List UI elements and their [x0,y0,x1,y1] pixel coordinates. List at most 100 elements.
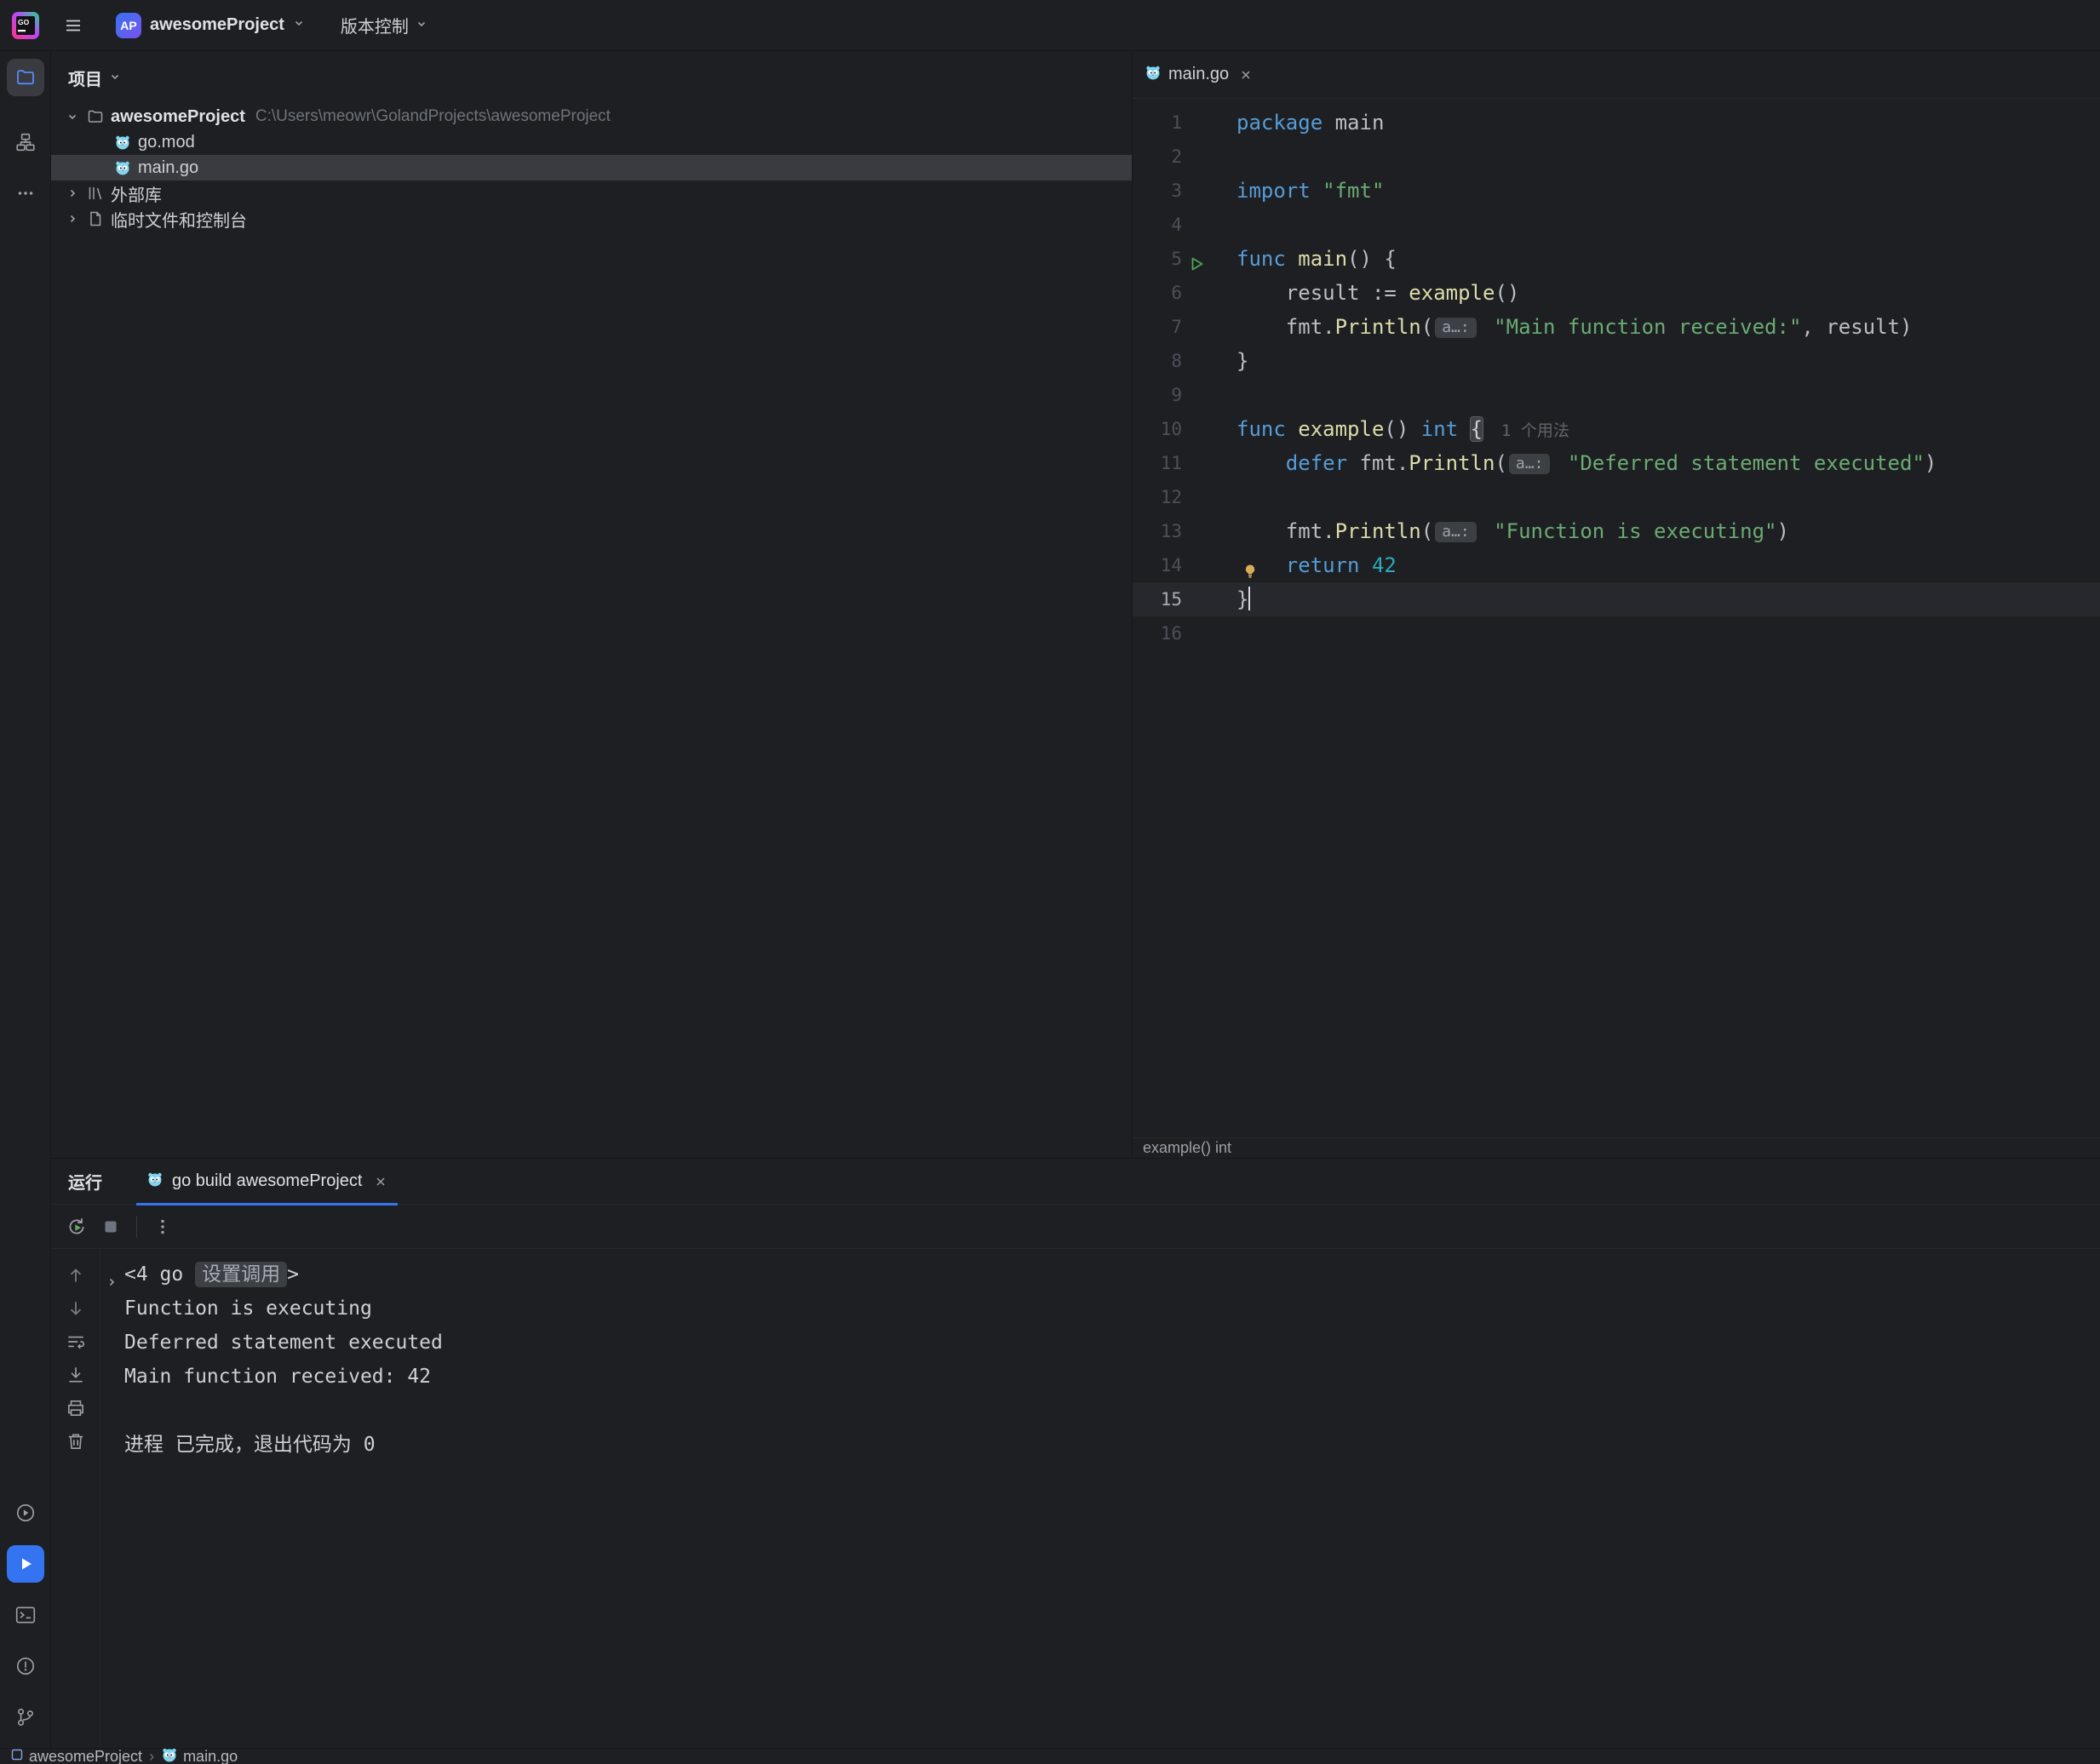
tab-main-go[interactable]: main.go [1133,51,1265,99]
code-line-6[interactable]: 6 result := example() [1133,276,2100,310]
run-tool-window-icon[interactable] [7,1545,44,1583]
line-number[interactable]: 8 [1133,344,1182,378]
line-number[interactable]: 14 [1133,548,1182,582]
code-line-text: package main [1236,106,1384,140]
tree-item-label: 临时文件和控制台 [111,207,247,232]
project-tree[interactable]: awesomeProjectC:\Users\meowr\GolandProje… [51,104,1132,232]
code-line-4[interactable]: 4 [1133,208,2100,242]
run-panel-title: 运行 [68,1169,102,1194]
go-icon [161,1748,178,1764]
line-number[interactable]: 6 [1133,276,1182,310]
line-number[interactable]: 12 [1133,480,1182,514]
goland-window: GO AP awesomeProject 版本控制 项目 awesomeProj… [0,0,2100,1764]
terminal-icon[interactable] [7,1596,44,1634]
chevron-down-icon [293,17,305,33]
more-options-icon[interactable] [146,1210,180,1244]
text-caret [1248,587,1250,610]
more-tool-windows-icon[interactable] [7,175,44,212]
fold-chevron-icon[interactable] [106,1265,118,1299]
problems-icon[interactable] [7,1647,44,1685]
line-number[interactable]: 7 [1133,310,1182,344]
tree-item-main-go[interactable]: main.go [51,155,1132,180]
chevron-down-icon[interactable] [61,111,83,123]
close-icon[interactable] [1239,68,1253,82]
services-icon[interactable] [7,1494,44,1532]
project-folder-icon[interactable] [7,59,44,96]
code-line-7[interactable]: 7 fmt.Println(a…: "Main function receive… [1133,310,2100,344]
code-line-16[interactable]: 16 [1133,616,2100,650]
line-number[interactable]: 5 [1133,242,1182,276]
code-line-2[interactable]: 2 [1133,140,2100,174]
editor-hint-text: example() int [1143,1139,1231,1157]
code-line-12[interactable]: 12 [1133,480,2100,514]
editor-hint-bar: example() int [1133,1137,2100,1158]
soft-wrap-icon[interactable] [65,1331,87,1353]
tree-item-scratches[interactable]: 临时文件和控制台 [51,206,1132,232]
code-line-text: fmt.Println(a…: "Main function received:… [1236,310,1912,344]
code-line-3[interactable]: 3 import "fmt" [1133,174,2100,208]
code-line-5[interactable]: 5 func main() { [1133,242,2100,276]
code-line-8[interactable]: 8} [1133,344,2100,378]
tree-item-root[interactable]: awesomeProjectC:\Users\meowr\GolandProje… [51,104,1132,129]
status-bar: awesomeProject›main.go [0,1748,2100,1764]
code-line-14[interactable]: 14 return 42 [1133,548,2100,582]
scroll-to-end-icon[interactable] [65,1364,87,1386]
code-line-text: import "fmt" [1236,174,1384,208]
line-number[interactable]: 4 [1133,208,1182,242]
print-icon[interactable] [65,1397,87,1419]
editor-tab-bar: main.go [1133,51,2100,99]
tree-item-external-libraries[interactable]: 外部库 [51,180,1132,206]
tab-go-build[interactable]: go build awesomeProject [136,1159,398,1205]
arrow-up-icon[interactable] [65,1264,87,1286]
line-number[interactable]: 13 [1133,514,1182,548]
code-line-1[interactable]: 1 package main [1133,106,2100,140]
project-badge: AP [116,13,141,38]
line-number[interactable]: 3 [1133,174,1182,208]
code-line-text: defer fmt.Println(a…: "Deferred statemen… [1236,446,1936,480]
breadcrumb-awesomeProject[interactable]: awesomeProject [10,1748,142,1764]
vcs-label: 版本控制 [341,13,409,37]
run-tab-label: go build awesomeProject [172,1171,362,1191]
chevron-down-icon [416,15,427,35]
chevron-right-icon[interactable] [61,187,83,199]
project-panel-header[interactable]: 项目 [51,51,1132,104]
structure-icon[interactable] [7,123,44,161]
code-line-13[interactable]: 13 fmt.Println(a…: "Function is executin… [1133,514,2100,548]
rerun-icon[interactable] [60,1210,94,1244]
line-number[interactable]: 1 [1133,106,1182,140]
stop-icon[interactable] [94,1210,128,1244]
tree-item-go-mod[interactable]: go.mod [51,129,1132,155]
line-number[interactable]: 16 [1133,616,1182,650]
goland-logo-icon: GO [12,12,39,39]
go-file-icon [146,1171,164,1193]
code-line-10[interactable]: 10func example() int {1 个用法 [1133,412,2100,446]
project-selector[interactable]: AP awesomeProject [109,9,312,42]
chevron-right-icon[interactable] [61,213,83,225]
breadcrumb-main-go[interactable]: main.go [161,1748,238,1764]
arrow-down-icon[interactable] [65,1297,87,1320]
project-name: awesomeProject [150,15,284,35]
main-menu-icon[interactable] [58,10,89,41]
toolbar-separator [136,1216,137,1238]
console-toolbar [51,1249,100,1748]
line-number[interactable]: 9 [1133,378,1182,412]
line-number[interactable]: 10 [1133,412,1182,446]
code-line-15[interactable]: 15} [1133,582,2100,616]
code-editor[interactable]: 1 package main 23 import "fmt" 45 func main()… [1133,99,2100,1137]
close-icon[interactable] [374,1175,387,1188]
line-number[interactable]: 15 [1133,582,1182,616]
go-icon [111,134,135,151]
code-line-text: func main() { [1236,242,1397,276]
git-branch-icon[interactable] [7,1698,44,1736]
run-panel-header: 运行 go build awesomeProject [51,1159,2100,1205]
module-icon [10,1748,24,1764]
line-number[interactable]: 11 [1133,446,1182,480]
chevron-down-icon [109,68,121,88]
editor-area: main.go 1 package main 23 import "fmt" 45 fun… [1133,51,2100,1158]
code-line-11[interactable]: 11 defer fmt.Println(a…: "Deferred state… [1133,446,2100,480]
run-tool-window: 运行 go build awesomeProject <4 go 设置调用> [51,1158,2100,1748]
clear-output-icon[interactable] [65,1430,87,1452]
code-line-9[interactable]: 9 [1133,378,2100,412]
vcs-selector[interactable]: 版本控制 [334,9,434,41]
line-number[interactable]: 2 [1133,140,1182,174]
